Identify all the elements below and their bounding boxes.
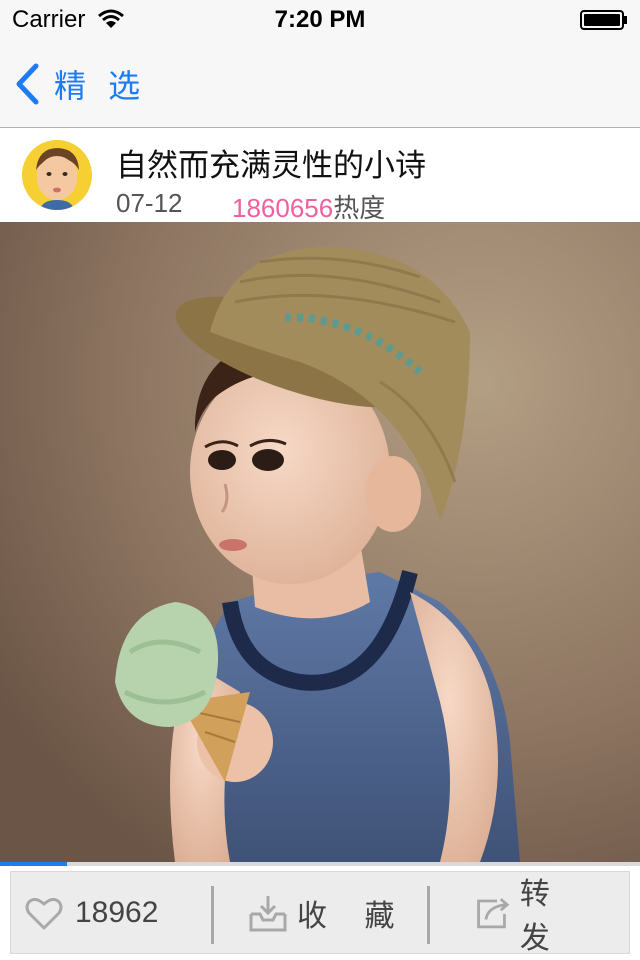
post-header: 自然而充满灵性的小诗 07-12 1860656热度 xyxy=(0,128,640,225)
action-divider xyxy=(211,886,214,944)
child-ice-cream-photo xyxy=(0,222,640,862)
chevron-left-icon xyxy=(16,63,39,105)
like-count: 18962 xyxy=(75,895,159,929)
share-button[interactable]: 转 发 xyxy=(473,872,623,956)
post-title: 自然而充满灵性的小诗 xyxy=(116,148,426,184)
share-arrow-icon xyxy=(477,897,510,928)
post-date: 07-12 xyxy=(116,188,183,218)
battery-icon xyxy=(580,10,627,30)
avatar-face xyxy=(36,148,79,210)
share-label: 转 发 xyxy=(519,876,564,956)
back-label: 精 选 xyxy=(54,67,147,105)
back-button[interactable]: 精 选 xyxy=(14,62,146,106)
like-button[interactable]: 18962 xyxy=(23,872,213,953)
status-time: 7:20 PM xyxy=(274,6,366,33)
heat-value: 1860656 xyxy=(232,193,334,223)
heat-label: 热度 xyxy=(333,194,386,224)
status-bar: Carrier 7:20 PM xyxy=(0,0,640,40)
collect-button[interactable]: 收 藏 xyxy=(247,872,427,953)
heart-icon xyxy=(25,897,63,929)
navigation-bar: 精 选 xyxy=(0,40,640,128)
action-divider xyxy=(427,886,430,944)
media-progress-fill xyxy=(0,862,68,866)
collect-label: 收 藏 xyxy=(297,898,409,934)
media-progress-bar xyxy=(0,862,640,866)
avatar[interactable] xyxy=(22,140,92,210)
post-photo[interactable] xyxy=(0,222,640,862)
inbox-download-icon xyxy=(249,895,287,931)
post-heat: 1860656热度 xyxy=(232,188,385,225)
action-bar: 18962 收 藏 转 发 xyxy=(10,871,630,956)
